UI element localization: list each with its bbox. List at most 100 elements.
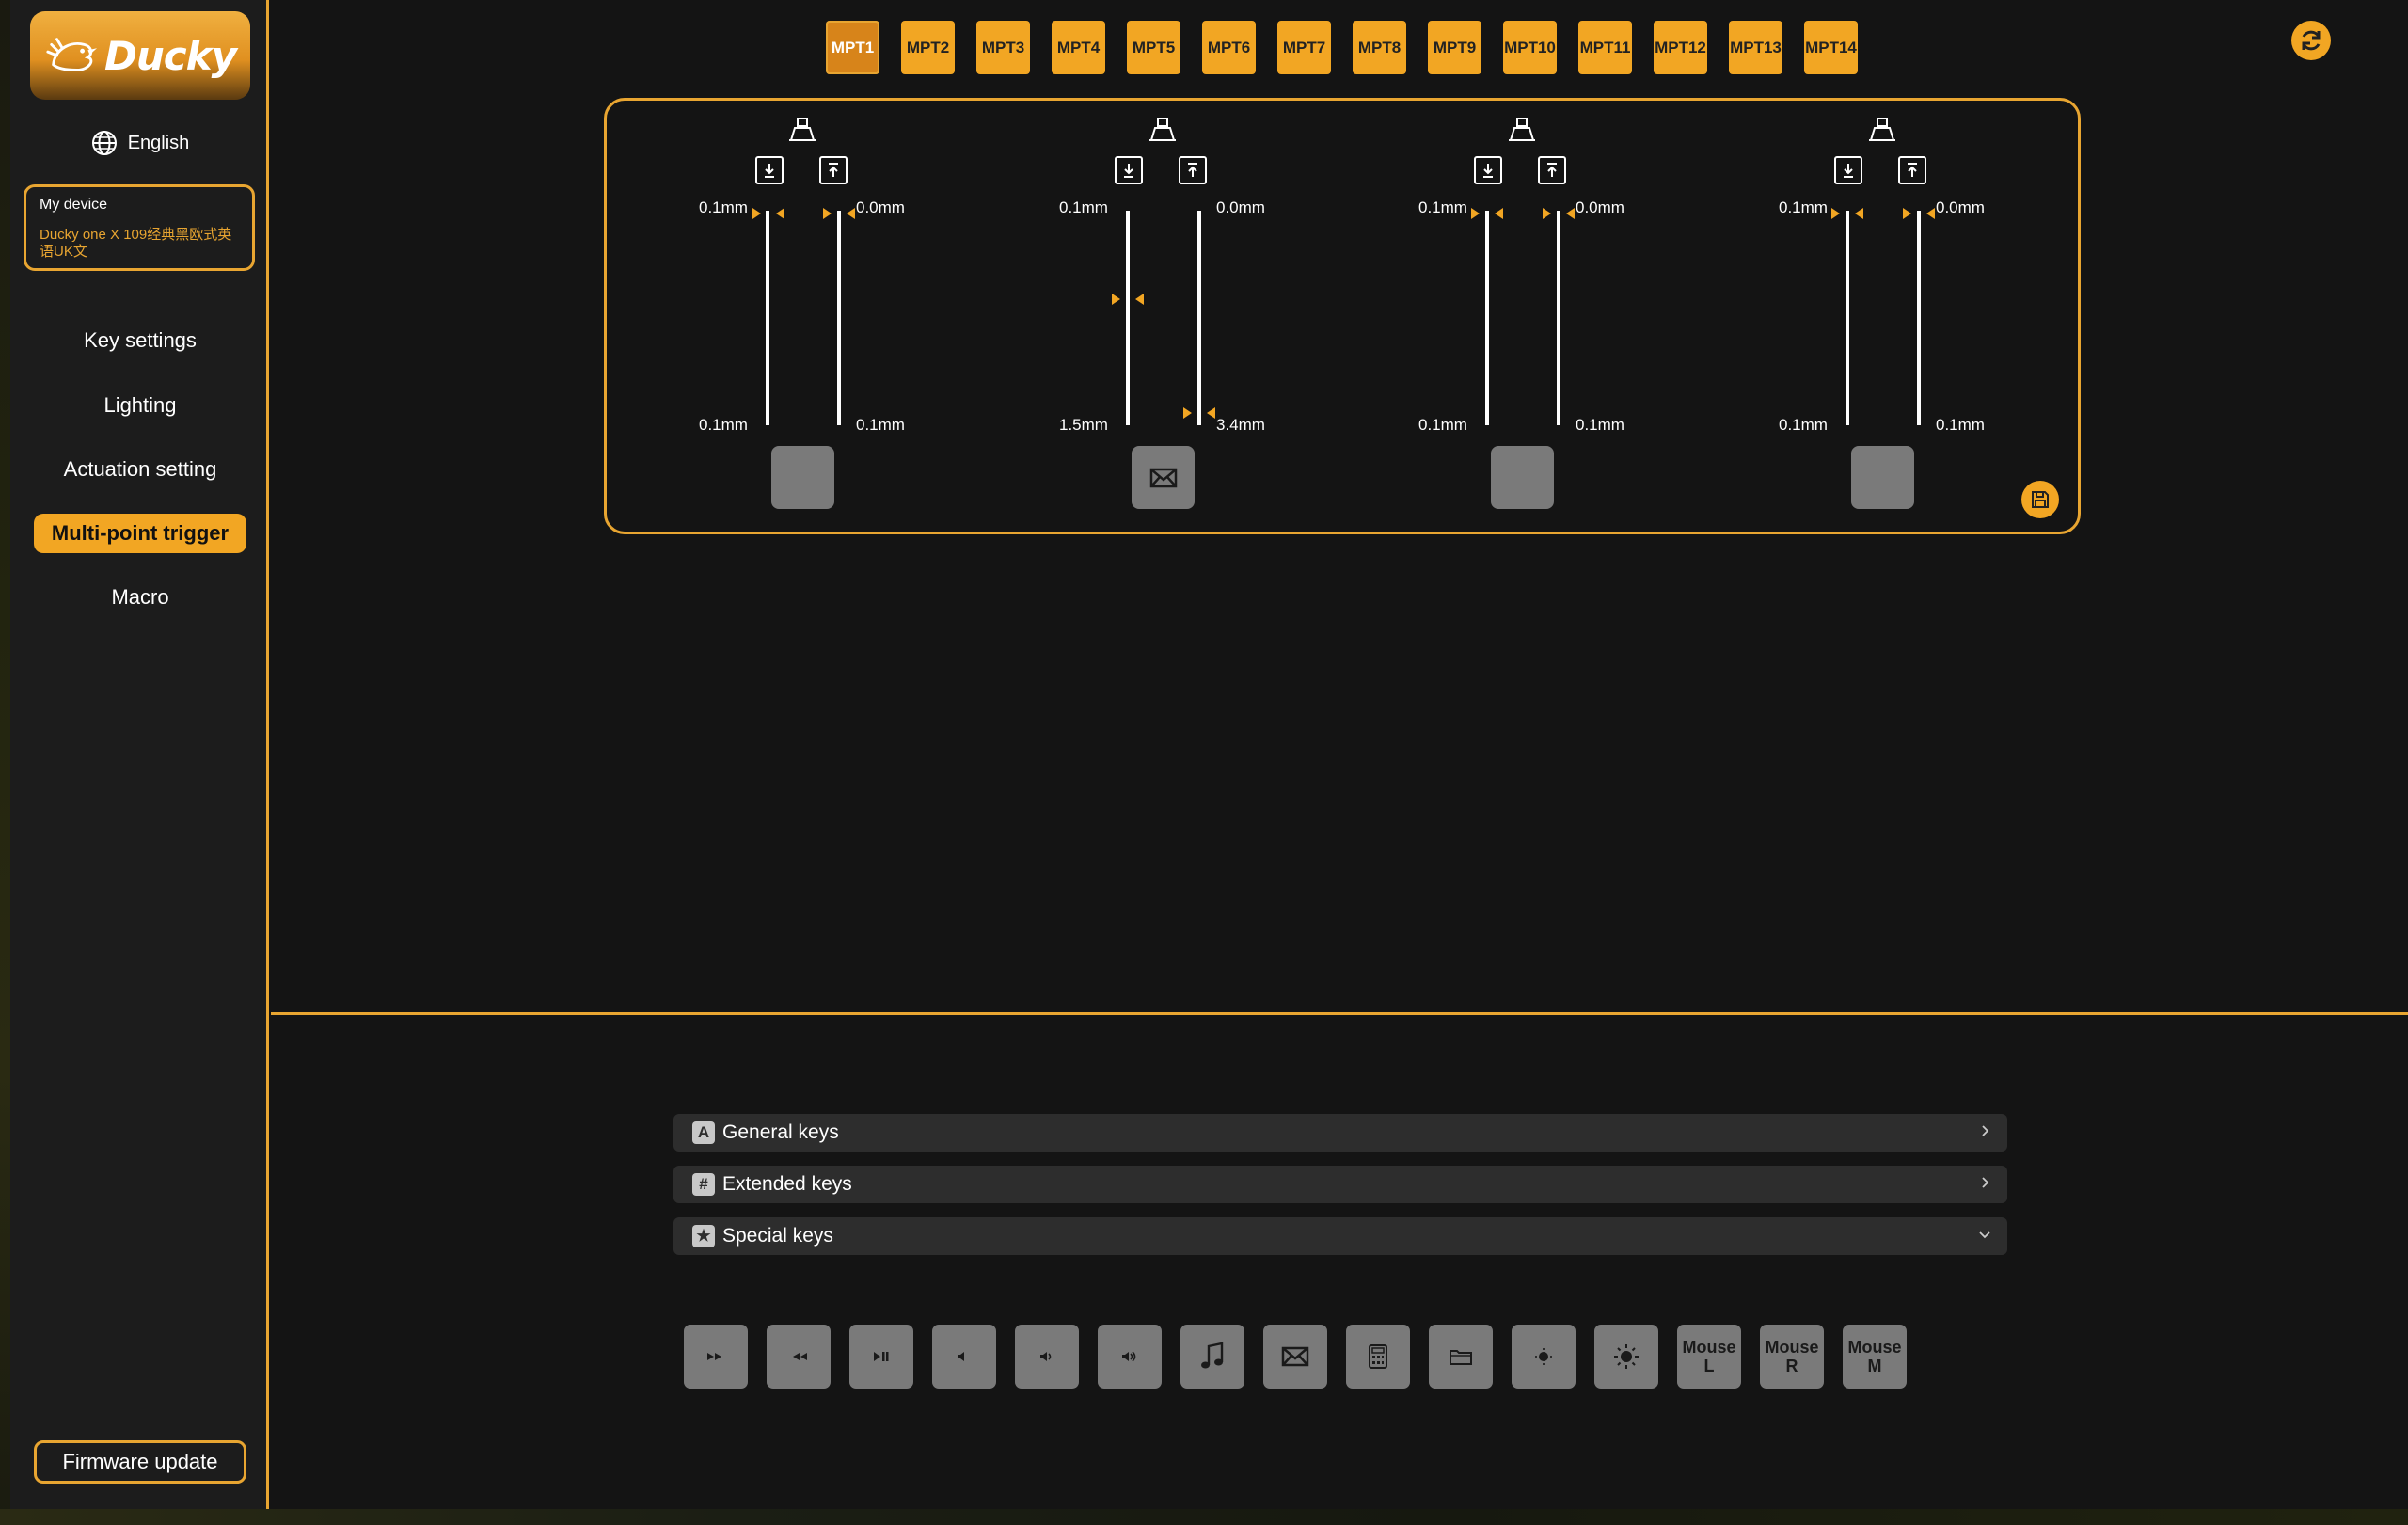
special-key-brightness-down[interactable]: [1512, 1325, 1576, 1389]
tab-mpt8[interactable]: MPT8: [1353, 21, 1406, 74]
release-slider-handle[interactable]: [1903, 207, 1935, 220]
release-bottom-value: 0.1mm: [1936, 416, 1985, 434]
release-slider-track[interactable]: [1197, 211, 1201, 425]
release-direction-button[interactable]: [819, 156, 848, 184]
tab-mpt2[interactable]: MPT2: [901, 21, 955, 74]
release-slider-track[interactable]: [837, 211, 841, 425]
release-direction-button[interactable]: [1179, 156, 1207, 184]
calculator-icon: [1369, 1344, 1387, 1369]
tab-mpt11[interactable]: MPT11: [1578, 21, 1632, 74]
press-direction-button[interactable]: [755, 156, 784, 184]
press-slider-track[interactable]: [766, 211, 769, 425]
arrow-down-icon: [765, 164, 774, 178]
letter-a-icon: A: [692, 1121, 715, 1144]
refresh-button[interactable]: [2291, 21, 2331, 60]
release-direction-button[interactable]: [1538, 156, 1566, 184]
tab-mpt14[interactable]: MPT14: [1804, 21, 1858, 74]
trigger-keycap[interactable]: [1851, 446, 1914, 509]
category-label: Special keys: [722, 1225, 833, 1247]
release-slider-handle[interactable]: [1183, 406, 1215, 420]
tab-mpt7[interactable]: MPT7: [1277, 21, 1331, 74]
tab-mpt10[interactable]: MPT10: [1503, 21, 1557, 74]
language-label: English: [127, 132, 190, 153]
release-slider-track[interactable]: [1557, 211, 1560, 425]
press-top-value: 0.1mm: [1779, 199, 1828, 216]
tab-mpt1[interactable]: MPT1: [826, 21, 879, 74]
press-slider-track[interactable]: [1485, 211, 1489, 425]
arrow-down-icon: [1124, 164, 1133, 178]
press-slider-handle[interactable]: [1831, 207, 1863, 220]
play-pause-icon: [874, 1352, 889, 1361]
release-top-value: 0.0mm: [856, 199, 905, 216]
press-top-value: 0.1mm: [1059, 199, 1108, 216]
special-key-folder[interactable]: [1429, 1325, 1493, 1389]
language-selector[interactable]: English: [10, 128, 269, 158]
press-top-value: 0.1mm: [699, 199, 748, 216]
special-key-mail[interactable]: [1263, 1325, 1327, 1389]
special-key-previous-track[interactable]: [767, 1325, 831, 1389]
tab-mpt6[interactable]: MPT6: [1202, 21, 1256, 74]
category-special-keys[interactable]: ★ Special keys: [673, 1217, 2007, 1255]
special-key-mouse-right[interactable]: Mouse R: [1760, 1325, 1824, 1389]
arrow-up-icon: [1547, 163, 1557, 177]
special-key-volume-mute[interactable]: [932, 1325, 996, 1389]
press-slider-track[interactable]: [1126, 211, 1130, 425]
special-key-volume-up[interactable]: [1098, 1325, 1162, 1389]
mail-icon: [1149, 468, 1177, 487]
press-top-value: 0.1mm: [1418, 199, 1467, 216]
switch-icon: [1509, 118, 1535, 141]
release-top-value: 0.0mm: [1576, 199, 1624, 216]
press-slider-handle[interactable]: [1112, 293, 1144, 306]
nav-key-settings[interactable]: Key settings: [34, 321, 246, 360]
release-direction-button[interactable]: [1898, 156, 1926, 184]
press-slider-track[interactable]: [1846, 211, 1849, 425]
trigger-keycap[interactable]: [771, 446, 834, 509]
special-key-calculator[interactable]: [1346, 1325, 1410, 1389]
press-direction-button[interactable]: [1834, 156, 1862, 184]
firmware-update-button[interactable]: Firmware update: [34, 1440, 246, 1484]
special-key-mouse-left[interactable]: Mouse L: [1677, 1325, 1741, 1389]
trigger-keycap[interactable]: [1491, 446, 1554, 509]
duck-logo-icon: [46, 38, 98, 71]
press-direction-button[interactable]: [1474, 156, 1502, 184]
press-slider-handle[interactable]: [752, 207, 784, 220]
special-key-music[interactable]: [1180, 1325, 1244, 1389]
special-key-volume-down[interactable]: [1015, 1325, 1079, 1389]
special-key-play-pause[interactable]: [849, 1325, 913, 1389]
release-bottom-value: 0.1mm: [856, 416, 905, 434]
release-slider-handle[interactable]: [1543, 207, 1575, 220]
press-slider-handle[interactable]: [1471, 207, 1503, 220]
category-general-keys[interactable]: A General keys: [673, 1114, 2007, 1152]
special-key-next-track[interactable]: [684, 1325, 748, 1389]
tab-mpt12[interactable]: MPT12: [1654, 21, 1707, 74]
sidebar: Ducky English My device Ducky one X 109经…: [10, 0, 269, 1509]
tab-mpt4[interactable]: MPT4: [1052, 21, 1105, 74]
star-icon: ★: [692, 1225, 715, 1247]
chevron-right-icon: [1982, 1125, 1989, 1136]
category-extended-keys[interactable]: # Extended keys: [673, 1166, 2007, 1203]
tab-mpt9[interactable]: MPT9: [1428, 21, 1481, 74]
category-label: General keys: [722, 1121, 839, 1143]
tab-mpt3[interactable]: MPT3: [976, 21, 1030, 74]
music-icon: [1201, 1342, 1224, 1369]
nav-macro[interactable]: Macro: [34, 578, 246, 617]
nav-lighting[interactable]: Lighting: [34, 386, 246, 425]
nav-actuation-setting[interactable]: Actuation setting: [34, 450, 246, 489]
nav-multi-point-trigger[interactable]: Multi-point trigger: [34, 514, 246, 553]
save-button[interactable]: [2021, 481, 2059, 518]
brightness-down-icon: [1535, 1348, 1552, 1365]
release-slider-handle[interactable]: [823, 207, 855, 220]
special-key-mouse-middle[interactable]: Mouse M: [1843, 1325, 1907, 1389]
release-slider-track[interactable]: [1917, 211, 1921, 425]
mail-icon: [1281, 1346, 1309, 1367]
tab-mpt5[interactable]: MPT5: [1127, 21, 1180, 74]
globe-icon: [91, 131, 117, 155]
press-direction-button[interactable]: [1115, 156, 1143, 184]
trigger-keycap[interactable]: [1132, 446, 1195, 509]
release-top-value: 0.0mm: [1216, 199, 1265, 216]
save-icon: [2032, 491, 2049, 508]
special-key-brightness-up[interactable]: [1594, 1325, 1658, 1389]
tab-mpt13[interactable]: MPT13: [1729, 21, 1782, 74]
arrow-down-icon: [1483, 164, 1493, 178]
device-card[interactable]: My device Ducky one X 109经典黑欧式英语UK文: [24, 184, 255, 271]
